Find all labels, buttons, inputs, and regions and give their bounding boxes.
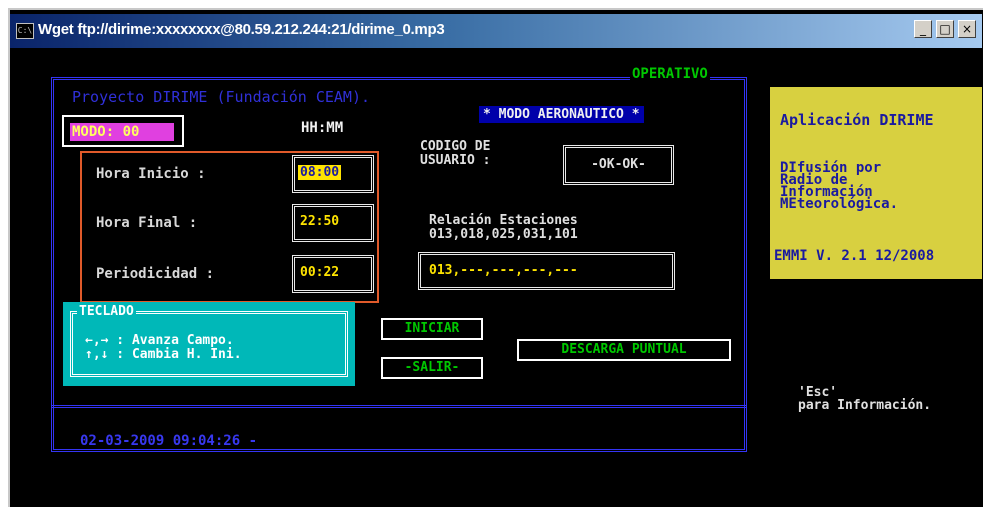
hora-inicio-label: Hora Inicio :: [96, 166, 206, 182]
teclado-title: TECLADO: [77, 304, 136, 319]
status-label: OPERATIVO: [630, 66, 710, 82]
periodicidad-field[interactable]: 00:22: [292, 255, 374, 293]
mode-banner: * MODO AERONAUTICO *: [479, 106, 644, 123]
hora-final-value[interactable]: 22:50: [298, 214, 341, 229]
relacion-list: 013,018,025,031,101: [429, 227, 578, 242]
codigo-label-line2: USUARIO :: [420, 153, 491, 168]
hora-final-label: Hora Final :: [96, 215, 198, 231]
modo-frame: MODO: 00: [62, 115, 184, 147]
teclado-line2: ↑,↓ : Cambia H. Ini.: [85, 347, 242, 362]
esc-hint-line2: para Información.: [798, 398, 932, 413]
teclado-panel: TECLADO ←,→ : Avanza Campo. ↑,↓ : Cambia…: [63, 302, 355, 386]
minimize-button[interactable]: _: [914, 20, 932, 38]
codigo-usuario-field[interactable]: -OK-OK-: [563, 145, 674, 185]
esc-hint: 'Esc' para Información.: [798, 386, 931, 412]
close-button[interactable]: ×: [958, 20, 976, 38]
title-bar[interactable]: C:\ Wget ftp://dirime:xxxxxxxx@80.59.212…: [10, 14, 982, 48]
maximize-button[interactable]: □: [936, 20, 954, 38]
version-label: EMMI V. 2.1 12/2008: [774, 248, 935, 264]
modo-field[interactable]: MODO: 00: [70, 123, 174, 141]
hora-inicio-field[interactable]: 08:00: [292, 155, 374, 193]
window-title: Wget ftp://dirime:xxxxxxxx@80.59.212.244…: [38, 21, 445, 38]
console-app-icon: C:\: [16, 23, 34, 39]
codigo-usuario-label: CODIGO DE USUARIO :: [420, 140, 490, 168]
console-area: OPERATIVO Proyecto DIRIME (Fundación CEA…: [10, 48, 982, 507]
status-separator: [51, 405, 747, 408]
datetime-status: 02-03-2009 09:04:26 -: [80, 433, 258, 449]
side-panel-description: DIfusión por Radio de Información MEteor…: [780, 161, 899, 212]
teclado-line1: ←,→ : Avanza Campo.: [85, 333, 234, 348]
relacion-title: Relación Estaciones: [429, 213, 578, 228]
hora-inicio-value[interactable]: 08:00: [298, 165, 342, 180]
teclado-keys: ←,→ : Avanza Campo. ↑,↓ : Cambia H. Ini.: [85, 334, 242, 362]
periodicidad-value[interactable]: 00:22: [298, 265, 341, 280]
iniciar-button[interactable]: INICIAR: [381, 318, 483, 340]
project-title: Proyecto DIRIME (Fundación CEAM).: [72, 88, 371, 106]
side-panel-title: Aplicación DIRIME: [780, 111, 934, 129]
descarga-puntual-button[interactable]: DESCARGA PUNTUAL: [517, 339, 731, 361]
side-desc-line4: MEteorológica.: [780, 196, 899, 212]
time-format-label: HH:MM: [301, 120, 344, 136]
periodicidad-label: Periodicidad :: [96, 266, 215, 282]
salir-button[interactable]: -SALIR-: [381, 357, 483, 379]
codigo-label-line1: CODIGO DE: [420, 139, 491, 154]
hora-final-field[interactable]: 22:50: [292, 204, 374, 242]
relacion-estaciones: Relación Estaciones 013,018,025,031,101: [429, 214, 578, 242]
estaciones-field[interactable]: 013,---,---,---,---: [418, 252, 675, 290]
